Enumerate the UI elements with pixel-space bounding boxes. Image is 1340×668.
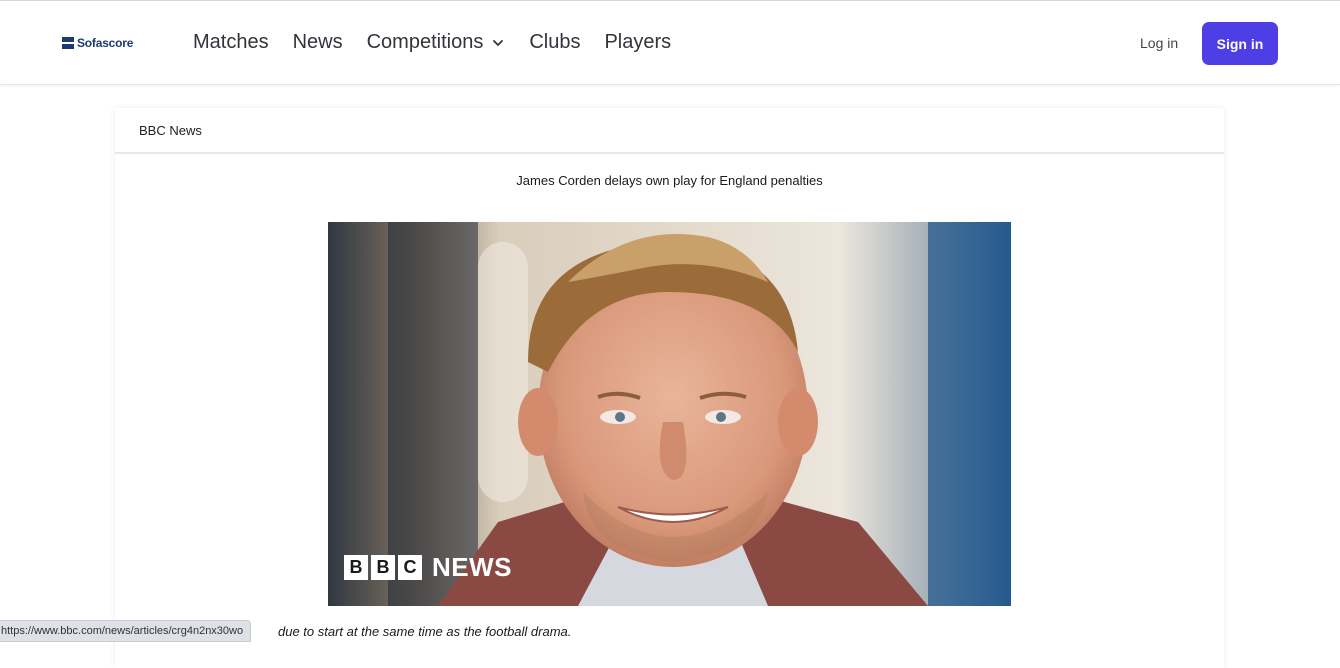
bbc-letter-box: B xyxy=(344,555,368,580)
bbc-news-word: NEWS xyxy=(432,552,512,582)
sofascore-logo-icon xyxy=(62,37,74,49)
nav-clubs[interactable]: Clubs xyxy=(529,31,580,54)
article-headline[interactable]: James Corden delays own play for England… xyxy=(115,173,1224,188)
link-preview-url: https://www.bbc.com/news/articles/crg4n2… xyxy=(0,620,252,642)
nav-competitions-label: Competitions xyxy=(366,31,484,53)
login-link[interactable]: Log in xyxy=(1140,35,1178,51)
article-caption: due to start at the same time as the foo… xyxy=(278,624,572,639)
sofascore-logo[interactable]: Sofascore xyxy=(62,36,133,50)
bbc-letter-box: C xyxy=(398,555,422,580)
top-navigation-bar: Sofascore Matches News Competitions Club… xyxy=(0,0,1340,85)
news-article-card: BBC News James Corden delays own play fo… xyxy=(115,108,1224,668)
nav-matches[interactable]: Matches xyxy=(193,31,269,54)
nav-competitions[interactable]: Competitions xyxy=(367,31,506,54)
signin-button[interactable]: Sign in xyxy=(1202,22,1278,65)
article-photo-illustration xyxy=(328,222,1011,606)
chevron-down-icon xyxy=(493,39,504,46)
article-source: BBC News xyxy=(115,108,1224,154)
nav-news[interactable]: News xyxy=(293,31,343,54)
article-photo[interactable]: B B C NEWS xyxy=(328,222,1011,606)
bbc-letter-box: B xyxy=(371,555,395,580)
logo-text: Sofascore xyxy=(77,36,134,50)
bbc-news-watermark: B B C NEWS xyxy=(344,552,512,583)
nav-players[interactable]: Players xyxy=(604,31,671,54)
main-nav: Matches News Competitions Clubs Players xyxy=(193,31,695,54)
